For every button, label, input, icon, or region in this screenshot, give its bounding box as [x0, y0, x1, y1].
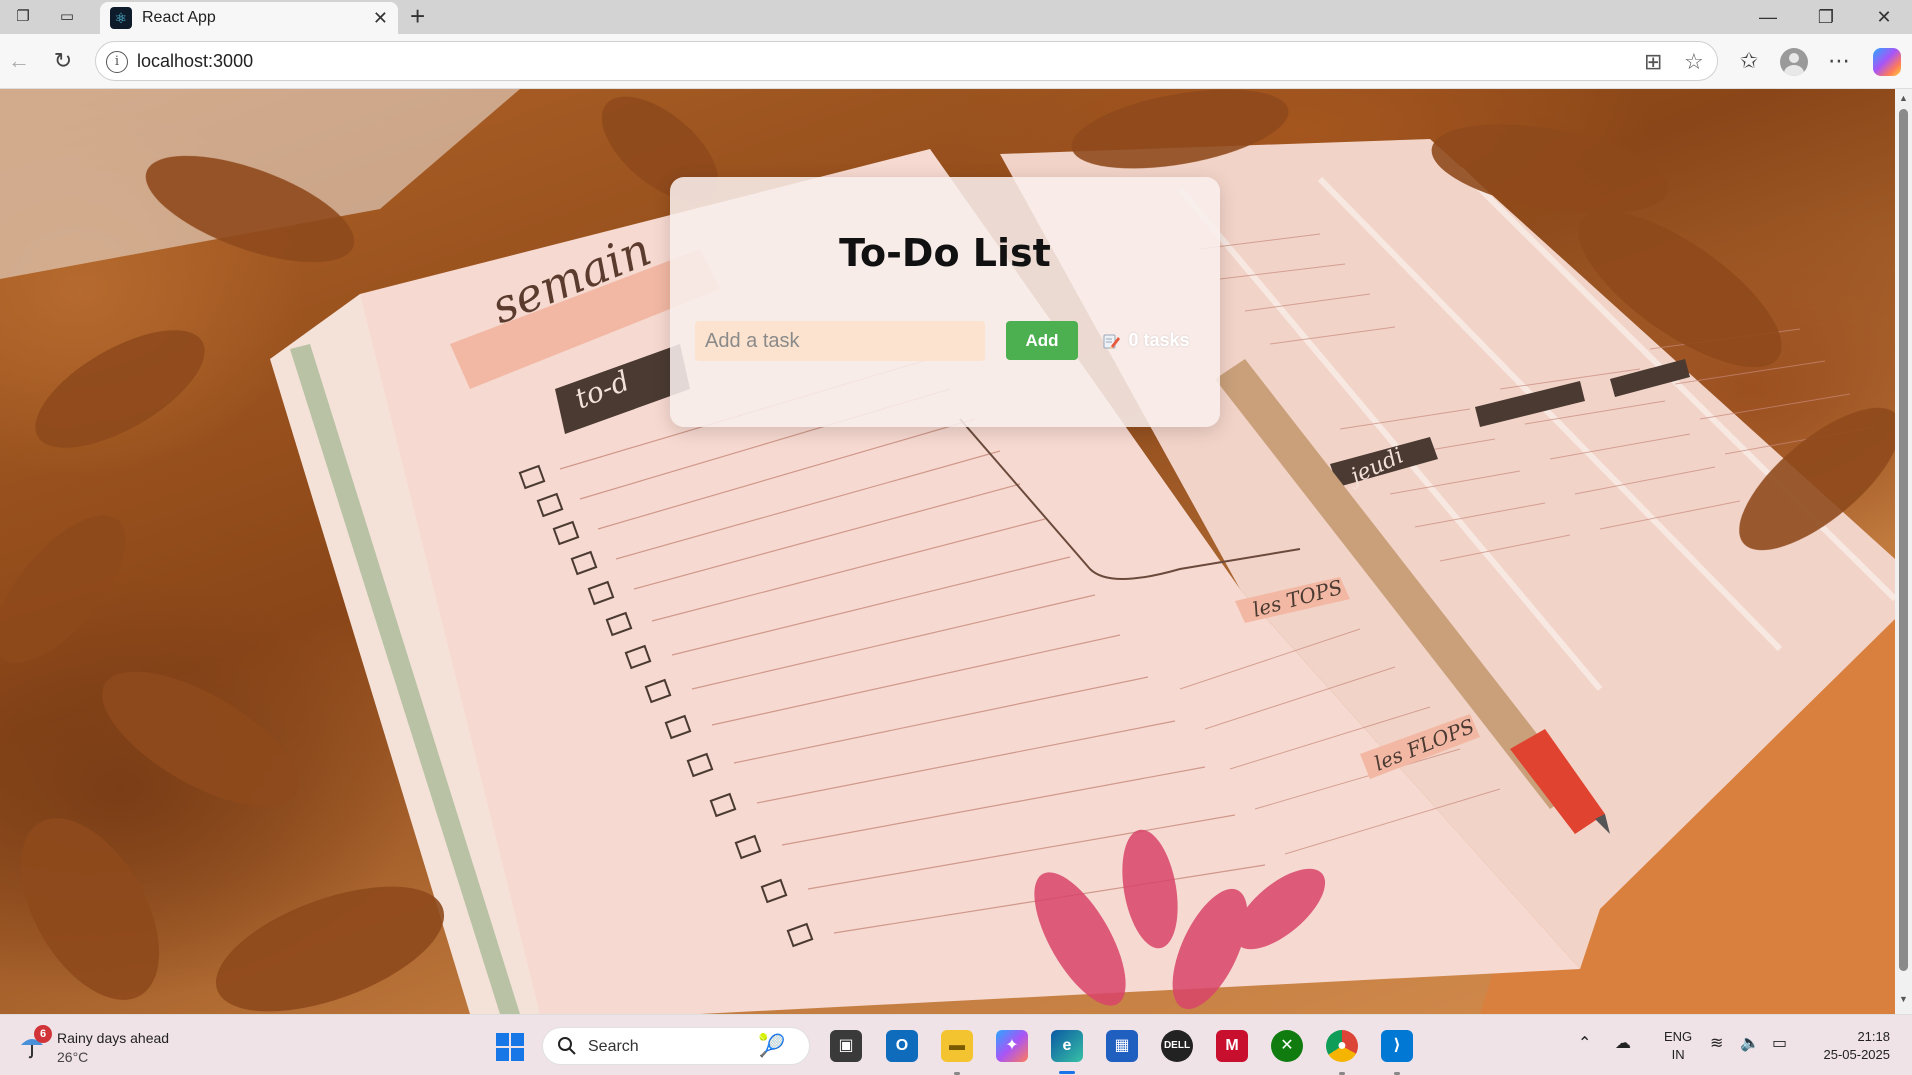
page-scrollbar[interactable]: ▲ ▼: [1895, 89, 1912, 1014]
input-language-indicator[interactable]: ENG IN: [1664, 1028, 1692, 1064]
close-window-button[interactable]: ✕: [1864, 3, 1904, 31]
file-explorer-icon[interactable]: ▬: [941, 1030, 973, 1062]
app-available-icon[interactable]: ⊞: [1644, 49, 1662, 75]
edge-active-indicator: [1059, 1071, 1075, 1074]
onedrive-sync-icon[interactable]: ☁: [1615, 1033, 1631, 1053]
chrome-icon[interactable]: ●: [1326, 1030, 1358, 1062]
page-viewport: semain to-d jeudi les TOPS les FLOPS To-…: [0, 89, 1912, 1014]
favorites-icon[interactable]: ✩: [1734, 46, 1764, 76]
windows-start-icon[interactable]: [496, 1033, 524, 1061]
scrollbar-thumb[interactable]: [1899, 109, 1908, 971]
favorite-star-icon[interactable]: ☆: [1684, 49, 1704, 75]
clock-date: 25-05-2025: [1823, 1047, 1891, 1062]
tennis-highlight-icon: 🎾: [758, 1033, 786, 1058]
workspaces-icon[interactable]: ❐: [12, 6, 34, 28]
more-menu-icon[interactable]: ⋯: [1824, 46, 1854, 76]
todo-card: To-Do List Add 0 tasks: [670, 177, 1220, 427]
dell-icon[interactable]: DELL: [1161, 1030, 1193, 1062]
edge-browser-icon[interactable]: e: [1051, 1030, 1083, 1062]
scroll-up-arrow-icon[interactable]: ▲: [1898, 93, 1909, 103]
task-input[interactable]: [695, 321, 985, 361]
scroll-down-arrow-icon[interactable]: ▼: [1898, 994, 1909, 1004]
outlook-icon[interactable]: O: [886, 1030, 918, 1062]
browser-toolbar: ← ↻ i localhost:3000 ⊞ ☆ ✩ ⋯: [0, 34, 1912, 89]
language-code: ENG: [1664, 1029, 1693, 1044]
taskbar-search-box[interactable]: Search 🎾: [542, 1027, 810, 1065]
profile-avatar[interactable]: [1780, 48, 1808, 76]
windows-taskbar: 6 Rainy days ahead 26°C Search 🎾 ▣ O ▬ ✦…: [0, 1014, 1912, 1075]
memo-pencil-icon: [1103, 334, 1120, 349]
url-text[interactable]: localhost:3000: [137, 51, 253, 72]
tab-title: React App: [142, 9, 216, 26]
volume-icon[interactable]: 🔈: [1740, 1033, 1760, 1053]
xbox-icon[interactable]: ✕: [1271, 1030, 1303, 1062]
weather-alert-badge: 6: [34, 1025, 52, 1043]
task-count: 0 tasks: [1102, 330, 1190, 354]
clock-time: 21:18: [1857, 1029, 1890, 1044]
search-label: Search: [588, 1038, 639, 1055]
weather-title[interactable]: Rainy days ahead: [57, 1030, 169, 1046]
show-hidden-icons-chevron-icon[interactable]: ⌃: [1578, 1033, 1591, 1053]
vscode-icon[interactable]: ⟩: [1381, 1030, 1413, 1062]
system-clock[interactable]: 21:18 25-05-2025: [1810, 1028, 1891, 1064]
mcafee-icon[interactable]: M: [1216, 1030, 1248, 1062]
browser-title-bar: ❐ ▭ ⚛ React App ✕ + — ❐ ✕: [0, 0, 1912, 34]
site-info-icon[interactable]: i: [106, 51, 128, 73]
language-region: IN: [1671, 1047, 1685, 1062]
react-logo-icon: ⚛: [110, 7, 132, 29]
reload-button[interactable]: ↻: [48, 46, 78, 76]
task-view-icon[interactable]: ▣: [830, 1030, 862, 1062]
task-count-label: 0 tasks: [1128, 330, 1190, 350]
copilot-icon[interactable]: [1873, 48, 1901, 76]
vertical-tabs-icon[interactable]: ▭: [56, 6, 78, 28]
address-bar[interactable]: i localhost:3000 ⊞ ☆: [95, 41, 1718, 81]
tab-close-icon[interactable]: ✕: [373, 7, 388, 29]
add-task-button[interactable]: Add: [1006, 321, 1078, 360]
weather-temperature[interactable]: 26°C: [57, 1049, 88, 1065]
search-icon: [558, 1037, 576, 1055]
wifi-icon[interactable]: ≋: [1710, 1033, 1723, 1053]
app-title: To-Do List: [839, 231, 1051, 275]
battery-icon[interactable]: ▭: [1772, 1033, 1787, 1053]
browser-tab[interactable]: ⚛ React App ✕: [100, 2, 398, 34]
restore-button[interactable]: ❐: [1806, 3, 1846, 31]
microsoft-store-icon[interactable]: ▦: [1106, 1030, 1138, 1062]
minimize-button[interactable]: —: [1748, 3, 1788, 31]
copilot-app-icon[interactable]: ✦: [996, 1030, 1028, 1062]
new-tab-button[interactable]: +: [410, 2, 425, 30]
back-button[interactable]: ←: [4, 46, 34, 76]
